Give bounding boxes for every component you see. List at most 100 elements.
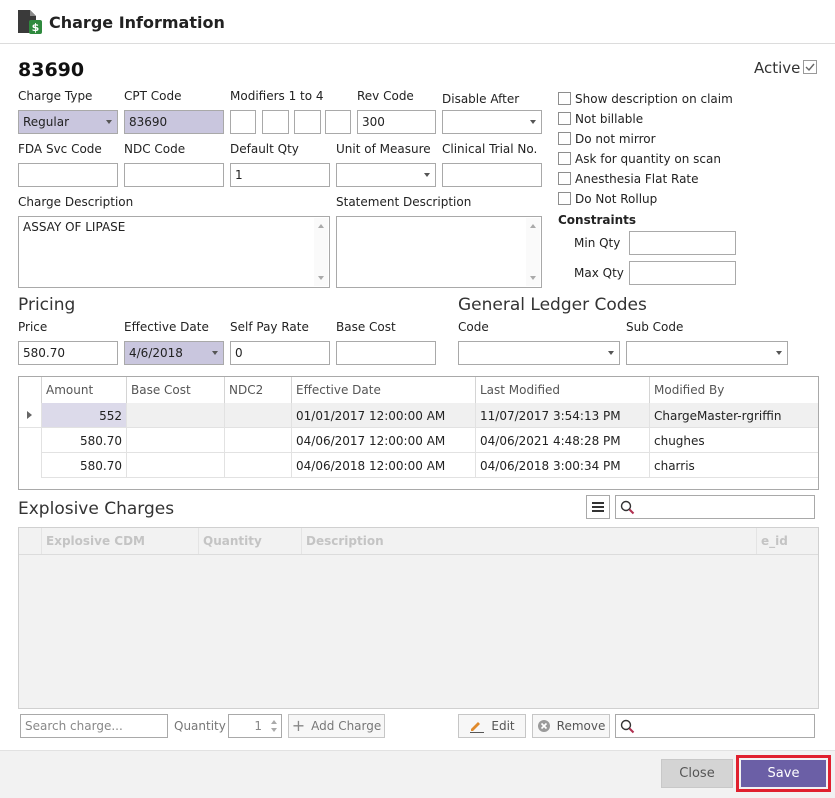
show-description-checkbox[interactable]: [558, 92, 571, 105]
disable-after-select[interactable]: [442, 110, 542, 134]
ask-quantity-checkbox[interactable]: [558, 152, 571, 165]
price-history-grid: Amount Base Cost NDC2 Effective Date Las…: [18, 376, 819, 490]
cell-amount[interactable]: 580.70: [42, 453, 127, 478]
spinner-arrows-icon[interactable]: [270, 718, 278, 734]
clinical-trial-field[interactable]: [442, 163, 542, 187]
search-icon: [620, 500, 635, 515]
column-header-amount[interactable]: Amount: [42, 377, 127, 403]
anesthesia-flat-rate-label: Anesthesia Flat Rate: [575, 172, 699, 186]
explosive-charges-heading: Explosive Charges: [18, 499, 175, 519]
add-charge-button[interactable]: + Add Charge: [288, 714, 385, 738]
do-not-mirror-label: Do not mirror: [575, 132, 656, 146]
cell-ndc2[interactable]: [225, 403, 292, 428]
column-header-modified-by[interactable]: Modified By: [650, 377, 818, 403]
modifier-3-field[interactable]: [294, 110, 321, 134]
row-indicator-header: [19, 528, 42, 554]
anesthesia-flat-rate-checkbox[interactable]: [558, 172, 571, 185]
close-button[interactable]: Close: [661, 759, 733, 788]
column-header-explosive-cdm[interactable]: Explosive CDM: [42, 528, 199, 554]
modifier-4-field[interactable]: [325, 110, 351, 134]
gl-sub-code-select[interactable]: [626, 341, 788, 365]
self-pay-rate-label: Self Pay Rate: [230, 320, 309, 334]
cell-base-cost[interactable]: [127, 453, 225, 478]
modifier-2-field[interactable]: [262, 110, 289, 134]
charge-type-select[interactable]: Regular: [18, 110, 118, 134]
cell-modified-by[interactable]: chughes: [650, 428, 818, 453]
save-label: Save: [767, 766, 800, 781]
unit-of-measure-select[interactable]: [336, 163, 436, 187]
column-header-description[interactable]: Description: [302, 528, 757, 554]
column-header-base-cost[interactable]: Base Cost: [127, 377, 225, 403]
table-row[interactable]: 580.70 04/06/2018 12:00:00 AM 04/06/2018…: [19, 453, 818, 478]
price-field[interactable]: 580.70: [18, 341, 118, 365]
chevron-down-icon: [530, 120, 536, 124]
column-header-ndc2[interactable]: NDC2: [225, 377, 292, 403]
cell-effective-date[interactable]: 04/06/2018 12:00:00 AM: [292, 453, 476, 478]
table-row[interactable]: 580.70 04/06/2017 12:00:00 AM 04/06/2021…: [19, 428, 818, 453]
explosive-grid-header: Explosive CDM Quantity Description e_id: [19, 528, 818, 555]
min-qty-label: Min Qty: [574, 236, 621, 250]
quantity-value: 1: [254, 719, 262, 733]
min-qty-field[interactable]: [629, 231, 736, 255]
rev-code-field[interactable]: 300: [357, 110, 436, 134]
cell-effective-date[interactable]: 04/06/2017 12:00:00 AM: [292, 428, 476, 453]
close-label: Close: [679, 766, 715, 781]
cell-modified-by[interactable]: ChargeMaster-rgriffin: [650, 403, 818, 428]
not-billable-checkbox[interactable]: [558, 112, 571, 125]
active-label: Active: [754, 59, 801, 77]
cell-modified-by[interactable]: charris: [650, 453, 818, 478]
unit-of-measure-label: Unit of Measure: [336, 142, 431, 156]
ask-quantity-label: Ask for quantity on scan: [575, 152, 721, 166]
max-qty-field[interactable]: [629, 261, 736, 285]
save-button[interactable]: Save: [741, 760, 826, 787]
row-selector[interactable]: [19, 403, 42, 428]
column-header-e-id[interactable]: e_id: [757, 528, 818, 554]
row-selector[interactable]: [19, 453, 42, 478]
cell-last-modified[interactable]: 11/07/2017 3:54:13 PM: [476, 403, 650, 428]
row-pointer-icon: [27, 411, 32, 419]
cell-last-modified[interactable]: 04/06/2021 4:48:28 PM: [476, 428, 650, 453]
clinical-trial-label: Clinical Trial No.: [442, 142, 538, 156]
cell-amount[interactable]: 580.70: [42, 428, 127, 453]
cell-ndc2[interactable]: [225, 428, 292, 453]
fda-svc-code-field[interactable]: [18, 163, 118, 187]
explosive-search-input[interactable]: [615, 495, 815, 519]
cell-base-cost[interactable]: [127, 428, 225, 453]
quantity-stepper[interactable]: 1: [228, 714, 282, 738]
table-row[interactable]: 552 01/01/2017 12:00:00 AM 11/07/2017 3:…: [19, 403, 818, 428]
window-title: Charge Information: [49, 13, 225, 32]
default-qty-field[interactable]: 1: [230, 163, 330, 187]
document-dollar-icon: $: [18, 10, 42, 34]
cell-last-modified[interactable]: 04/06/2018 3:00:34 PM: [476, 453, 650, 478]
column-header-effective-date[interactable]: Effective Date: [292, 377, 476, 403]
scrollbar[interactable]: [314, 218, 328, 286]
column-header-quantity[interactable]: Quantity: [199, 528, 302, 554]
self-pay-rate-field[interactable]: 0: [230, 341, 330, 365]
statement-description-textarea[interactable]: [336, 216, 542, 288]
do-not-mirror-checkbox[interactable]: [558, 132, 571, 145]
remove-button[interactable]: Remove: [532, 714, 610, 738]
charge-description-textarea[interactable]: ASSAY OF LIPASE: [18, 216, 330, 288]
add-charge-label: Add Charge: [311, 719, 382, 733]
effective-date-picker[interactable]: 4/6/2018: [124, 341, 224, 365]
cpt-code-label: CPT Code: [124, 89, 182, 103]
ndc-code-field[interactable]: [124, 163, 224, 187]
gl-code-select[interactable]: [458, 341, 620, 365]
search-charge-input[interactable]: Search charge...: [20, 714, 168, 738]
edit-button[interactable]: Edit: [458, 714, 526, 738]
active-checkbox[interactable]: [803, 60, 817, 74]
cell-effective-date[interactable]: 01/01/2017 12:00:00 AM: [292, 403, 476, 428]
cell-amount[interactable]: 552: [42, 403, 127, 428]
do-not-rollup-checkbox[interactable]: [558, 192, 571, 205]
cpt-code-field[interactable]: 83690: [124, 110, 224, 134]
column-header-last-modified[interactable]: Last Modified: [476, 377, 650, 403]
scrollbar[interactable]: [526, 218, 540, 286]
gl-code-label: Code: [458, 320, 489, 334]
cell-ndc2[interactable]: [225, 453, 292, 478]
column-chooser-button[interactable]: [586, 495, 610, 519]
bottom-search-input[interactable]: [615, 714, 815, 738]
row-selector[interactable]: [19, 428, 42, 453]
modifier-1-field[interactable]: [230, 110, 256, 134]
base-cost-field[interactable]: [336, 341, 436, 365]
cell-base-cost[interactable]: [127, 403, 225, 428]
